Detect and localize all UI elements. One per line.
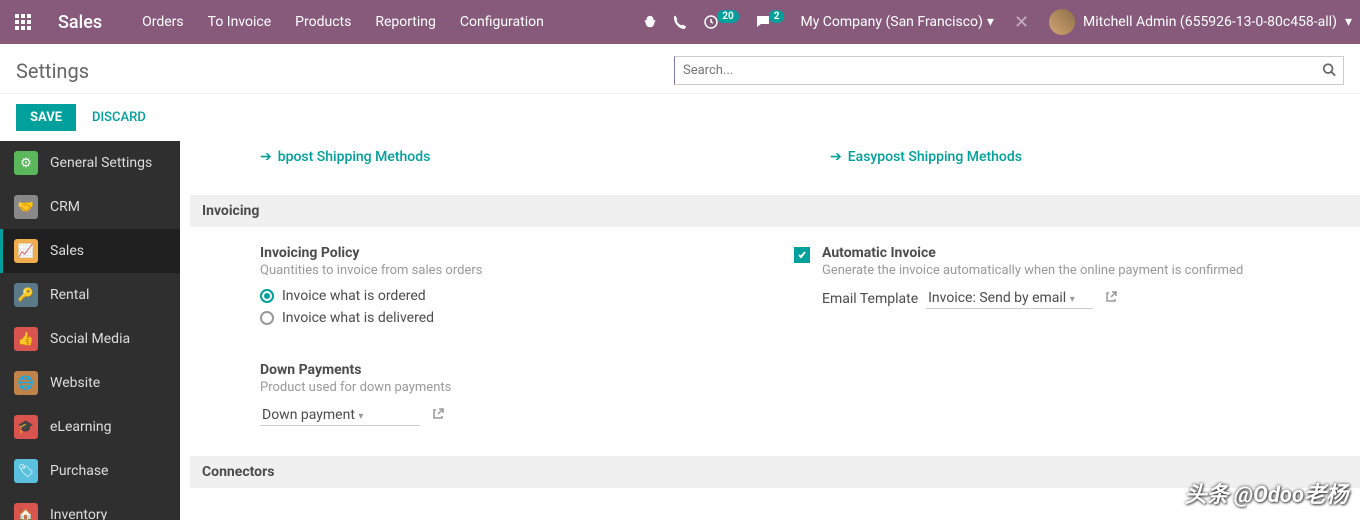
sidebar-item-social[interactable]: 👍 Social Media — [0, 317, 180, 361]
arrow-right-icon: ➔ — [260, 149, 272, 165]
arrow-right-icon: ➔ — [830, 149, 842, 165]
field-title: Down Payments — [260, 362, 758, 378]
invoicing-policy-block: Invoicing Policy Quantities to invoice f… — [260, 245, 758, 332]
sidebar-item-general[interactable]: ⚙ General Settings — [0, 141, 180, 185]
search-input[interactable] — [674, 56, 1344, 85]
field-desc: Product used for down payments — [260, 380, 758, 395]
topbar-right: 20 2 My Company (San Francisco) ▾ ✕ Mitc… — [643, 9, 1352, 35]
select-value: Invoice: Send by email — [928, 290, 1066, 306]
select-value: Down payment — [262, 407, 355, 423]
down-payment-field: Down payment ▾ — [260, 405, 758, 426]
nav-to-invoice[interactable]: To Invoice — [208, 14, 272, 30]
nav-reporting[interactable]: Reporting — [375, 14, 436, 30]
main-area: ⚙ General Settings 🤝 CRM 📈 Sales 🔑 Rental 👍 S… — [0, 141, 1360, 520]
sidebar-item-label: General Settings — [50, 155, 152, 171]
sidebar-item-label: CRM — [50, 199, 80, 215]
nav-orders[interactable]: Orders — [142, 14, 184, 30]
easypost-shipping-link[interactable]: ➔ Easypost Shipping Methods — [830, 149, 1320, 165]
bpost-shipping-link[interactable]: ➔ bpost Shipping Methods — [260, 149, 750, 165]
close-icon[interactable]: ✕ — [1010, 12, 1033, 33]
chevron-down-icon: ▾ — [987, 14, 994, 30]
sidebar-item-crm[interactable]: 🤝 CRM — [0, 185, 180, 229]
graduation-icon: 🎓 — [14, 415, 38, 439]
sidebar-item-rental[interactable]: 🔑 Rental — [0, 273, 180, 317]
chevron-down-icon: ▾ — [1345, 14, 1352, 30]
settings-sidebar: ⚙ General Settings 🤝 CRM 📈 Sales 🔑 Rental 👍 S… — [0, 141, 180, 520]
sidebar-item-label: Sales — [50, 243, 84, 259]
tag-icon: 🏷 — [14, 459, 38, 483]
sidebar-item-purchase[interactable]: 🏷 Purchase — [0, 449, 180, 493]
user-label: Mitchell Admin (655926-13-0-80c458-all) — [1083, 14, 1337, 30]
sidebar-item-label: Website — [50, 375, 100, 391]
message-count-badge: 2 — [769, 10, 785, 23]
debug-icon[interactable] — [643, 15, 657, 29]
save-button[interactable]: SAVE — [16, 104, 76, 131]
radio-label: Invoice what is ordered — [282, 288, 426, 304]
search-wrap — [674, 56, 1344, 85]
company-selector[interactable]: My Company (San Francisco) ▾ — [800, 14, 993, 30]
sidebar-item-inventory[interactable]: 🏠 Inventory — [0, 493, 180, 520]
sidebar-item-label: Inventory — [50, 507, 107, 520]
user-menu[interactable]: Mitchell Admin (655926-13-0-80c458-all) … — [1049, 9, 1352, 35]
radio-icon — [260, 311, 274, 325]
activity-count-badge: 20 — [717, 10, 738, 23]
down-payment-select[interactable]: Down payment ▾ — [260, 405, 420, 426]
radio-invoice-ordered[interactable]: Invoice what is ordered — [260, 288, 758, 304]
sidebar-item-label: Rental — [50, 287, 89, 303]
nav-configuration[interactable]: Configuration — [460, 14, 544, 30]
activity-icon[interactable]: 20 — [703, 14, 738, 30]
field-desc: Quantities to invoice from sales orders — [260, 263, 758, 278]
email-template-select[interactable]: Invoice: Send by email ▾ — [926, 288, 1093, 309]
page-title: Settings — [16, 59, 89, 83]
thumbs-up-icon: 👍 — [14, 327, 38, 351]
globe-icon: 🌐 — [14, 371, 38, 395]
field-label: Email Template — [822, 291, 918, 307]
field-desc: Generate the invoice automatically when … — [822, 263, 1320, 278]
sidebar-item-sales[interactable]: 📈 Sales — [0, 229, 180, 273]
field-title: Automatic Invoice — [822, 245, 1320, 261]
settings-content[interactable]: ➔ bpost Shipping Methods ➔ Easypost Ship… — [180, 141, 1360, 520]
field-title: Invoicing Policy — [260, 245, 758, 261]
external-link-icon[interactable] — [432, 408, 444, 424]
phone-icon[interactable] — [673, 15, 687, 29]
link-label: Easypost Shipping Methods — [848, 149, 1022, 165]
shipping-links-row: ➔ bpost Shipping Methods ➔ Easypost Ship… — [260, 149, 1320, 165]
auto-invoice-checkbox[interactable] — [794, 247, 810, 263]
radio-label: Invoice what is delivered — [282, 310, 434, 326]
sidebar-item-elearning[interactable]: 🎓 eLearning — [0, 405, 180, 449]
section-connectors-header: Connectors — [190, 456, 1360, 488]
key-icon: 🔑 — [14, 283, 38, 307]
radio-invoice-delivered[interactable]: Invoice what is delivered — [260, 310, 758, 326]
home-icon: 🏠 — [14, 503, 38, 520]
apps-menu-icon[interactable] — [8, 7, 38, 37]
nav-links: Orders To Invoice Products Reporting Con… — [142, 14, 544, 30]
app-brand[interactable]: Sales — [58, 12, 102, 33]
sidebar-item-label: eLearning — [50, 419, 111, 435]
discard-button[interactable]: DISCARD — [92, 110, 146, 125]
sidebar-item-label: Social Media — [50, 331, 130, 347]
handshake-icon: 🤝 — [14, 195, 38, 219]
email-template-field: Email Template Invoice: Send by email ▾ — [822, 288, 1320, 309]
external-link-icon[interactable] — [1105, 291, 1117, 307]
nav-products[interactable]: Products — [295, 14, 351, 30]
sidebar-item-label: Purchase — [50, 463, 108, 479]
gear-icon: ⚙ — [14, 151, 38, 175]
section-invoicing-header: Invoicing — [190, 195, 1360, 227]
link-label: bpost Shipping Methods — [278, 149, 431, 165]
chart-icon: 📈 — [14, 239, 38, 263]
radio-icon — [260, 289, 274, 303]
top-navbar: Sales Orders To Invoice Products Reporti… — [0, 0, 1360, 44]
sidebar-item-website[interactable]: 🌐 Website — [0, 361, 180, 405]
automatic-invoice-block: Automatic Invoice Generate the invoice a… — [798, 245, 1320, 332]
avatar — [1049, 9, 1075, 35]
subheader: Settings — [0, 44, 1360, 94]
actions-bar: SAVE DISCARD — [0, 94, 1360, 141]
chevron-down-icon: ▾ — [1070, 294, 1075, 305]
down-payments-block: Down Payments Product used for down paym… — [260, 362, 758, 426]
search-icon[interactable] — [1322, 61, 1336, 80]
messages-icon[interactable]: 2 — [755, 14, 785, 30]
company-label: My Company (San Francisco) — [800, 14, 982, 30]
chevron-down-icon: ▾ — [358, 411, 363, 422]
